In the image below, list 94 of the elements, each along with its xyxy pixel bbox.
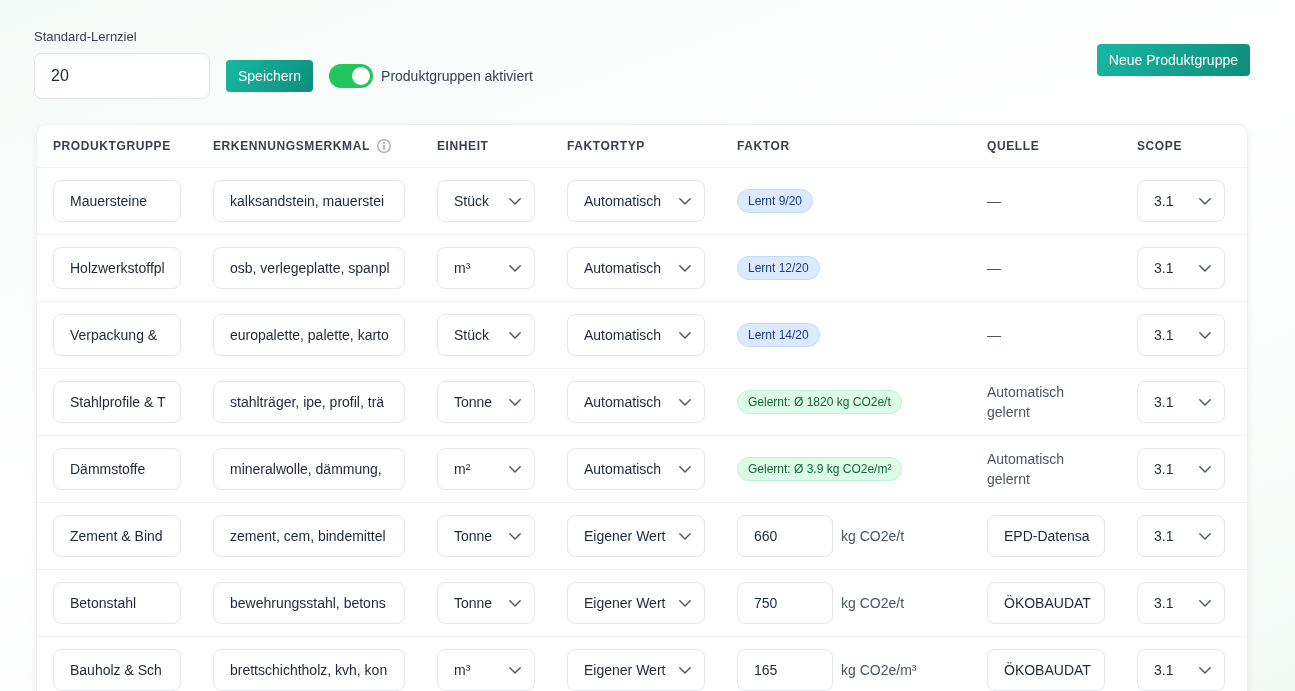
product-group-input[interactable]: Mauersteine bbox=[53, 180, 181, 222]
product-group-input[interactable]: Dämmstoffe bbox=[53, 448, 181, 490]
keyword-input[interactable]: europalette, palette, karto bbox=[213, 314, 405, 356]
chevron-down-icon bbox=[509, 532, 521, 540]
chevron-down-icon bbox=[509, 264, 521, 272]
source-text: — bbox=[987, 325, 1001, 345]
chevron-down-icon bbox=[679, 666, 691, 674]
source-input[interactable]: ÖKOBAUDAT bbox=[987, 582, 1105, 624]
factor-type-select[interactable]: Automatisch bbox=[567, 448, 705, 490]
learning-progress-badge: Lernt 9/20 bbox=[737, 189, 814, 213]
unit-select[interactable]: Tonne bbox=[437, 582, 535, 624]
source-text: — bbox=[987, 258, 1001, 278]
chevron-down-icon bbox=[509, 398, 521, 406]
column-header: FAKTORTYP bbox=[567, 138, 645, 155]
unit-select[interactable]: Stück bbox=[437, 314, 535, 356]
factor-type-select[interactable]: Eigener Wert bbox=[567, 649, 705, 691]
factor-type-select[interactable]: Automatisch bbox=[567, 247, 705, 289]
product-group-input[interactable]: Betonstahl bbox=[53, 582, 181, 624]
keyword-input[interactable]: osb, verlegeplatte, spanpl bbox=[213, 247, 405, 289]
factor-type-select[interactable]: Eigener Wert bbox=[567, 582, 705, 624]
target-input[interactable]: 20 bbox=[34, 53, 210, 99]
factor-unit: kg CO2e/m³ bbox=[841, 660, 917, 680]
chevron-down-icon bbox=[509, 197, 521, 205]
column-header: PRODUKTGRUPPE bbox=[53, 138, 171, 155]
chevron-down-icon bbox=[509, 666, 521, 674]
factor-type-select[interactable]: Automatisch bbox=[567, 314, 705, 356]
factor-input[interactable]: 660 bbox=[737, 515, 833, 557]
unit-select[interactable]: m³ bbox=[437, 247, 535, 289]
column-header: SCOPE bbox=[1137, 138, 1182, 155]
unit-select[interactable]: m² bbox=[437, 448, 535, 490]
factor-type-select[interactable]: Automatisch bbox=[567, 180, 705, 222]
scope-select[interactable]: 3.1 bbox=[1137, 314, 1225, 356]
chevron-down-icon bbox=[1199, 666, 1211, 674]
column-header: EINHEIT bbox=[437, 138, 489, 155]
factor-input[interactable]: 165 bbox=[737, 649, 833, 691]
keyword-input[interactable]: brettschichtholz, kvh, kon bbox=[213, 649, 405, 691]
keyword-input[interactable]: mineralwolle, dämmung, bbox=[213, 448, 405, 490]
unit-select[interactable]: Tonne bbox=[437, 515, 535, 557]
factor-unit: kg CO2e/t bbox=[841, 526, 905, 546]
chevron-down-icon bbox=[1199, 331, 1211, 339]
column-header: ERKENNUNGSMERKMAL bbox=[213, 138, 370, 155]
source-input[interactable]: ÖKOBAUDAT bbox=[987, 649, 1105, 691]
chevron-down-icon bbox=[679, 599, 691, 607]
source-input[interactable]: EPD-Datensa bbox=[987, 515, 1105, 557]
chevron-down-icon bbox=[1199, 264, 1211, 272]
scope-select[interactable]: 3.1 bbox=[1137, 515, 1225, 557]
unit-select[interactable]: Tonne bbox=[437, 381, 535, 423]
scope-select[interactable]: 3.1 bbox=[1137, 247, 1225, 289]
product-group-input[interactable]: Stahlprofile & T bbox=[53, 381, 181, 423]
factor-type-select[interactable]: Eigener Wert bbox=[567, 515, 705, 557]
chevron-down-icon bbox=[679, 197, 691, 205]
learning-progress-badge: Lernt 14/20 bbox=[737, 323, 820, 347]
chevron-down-icon bbox=[1199, 398, 1211, 406]
source-text: Automatisch gelernt bbox=[987, 449, 1066, 489]
chevron-down-icon bbox=[679, 398, 691, 406]
chevron-down-icon bbox=[509, 599, 521, 607]
target-label: Standard-Lernziel bbox=[34, 29, 137, 45]
factor-unit: kg CO2e/t bbox=[841, 593, 905, 613]
learning-progress-badge: Lernt 12/20 bbox=[737, 256, 820, 280]
chevron-down-icon bbox=[679, 465, 691, 473]
factor-input[interactable]: 750 bbox=[737, 582, 833, 624]
product-group-input[interactable]: Holzwerkstoffpl bbox=[53, 247, 181, 289]
column-header: QUELLE bbox=[987, 138, 1040, 155]
keyword-input[interactable]: zement, cem, bindemittel bbox=[213, 515, 405, 557]
source-text: — bbox=[987, 191, 1001, 211]
product-group-input[interactable]: Bauholz & Sch bbox=[53, 649, 181, 691]
chevron-down-icon bbox=[1199, 532, 1211, 540]
source-text: Automatisch gelernt bbox=[987, 382, 1066, 422]
toggle-switch[interactable] bbox=[329, 64, 374, 88]
chevron-down-icon bbox=[1199, 197, 1211, 205]
keyword-input[interactable]: stahlträger, ipe, profil, trä bbox=[213, 381, 405, 423]
scope-select[interactable]: 3.1 bbox=[1137, 582, 1225, 624]
product-group-input[interactable]: Zement & Bind bbox=[53, 515, 181, 557]
scope-select[interactable]: 3.1 bbox=[1137, 649, 1225, 691]
scope-select[interactable]: 3.1 bbox=[1137, 180, 1225, 222]
toggle-label: Produktgruppen aktiviert bbox=[381, 66, 533, 86]
chevron-down-icon bbox=[509, 465, 521, 473]
chevron-down-icon bbox=[679, 532, 691, 540]
keyword-input[interactable]: kalksandstein, mauerstei bbox=[213, 180, 405, 222]
keyword-input[interactable]: bewehrungsstahl, betons bbox=[213, 582, 405, 624]
column-header: FAKTOR bbox=[737, 138, 790, 155]
chevron-down-icon bbox=[1199, 465, 1211, 473]
scope-select[interactable]: 3.1 bbox=[1137, 381, 1225, 423]
unit-select[interactable]: Stück bbox=[437, 180, 535, 222]
product-group-input[interactable]: Verpackung & bbox=[53, 314, 181, 356]
chevron-down-icon bbox=[679, 331, 691, 339]
learned-factor-badge: Gelernt: Ø 1820 kg CO2e/t bbox=[737, 390, 902, 414]
chevron-down-icon bbox=[679, 264, 691, 272]
scope-select[interactable]: 3.1 bbox=[1137, 448, 1225, 490]
factor-type-select[interactable]: Automatisch bbox=[567, 381, 705, 423]
chevron-down-icon bbox=[1199, 599, 1211, 607]
learned-factor-badge: Gelernt: Ø 3.9 kg CO2e/m² bbox=[737, 457, 903, 481]
chevron-down-icon bbox=[509, 331, 521, 339]
unit-select[interactable]: m³ bbox=[437, 649, 535, 691]
